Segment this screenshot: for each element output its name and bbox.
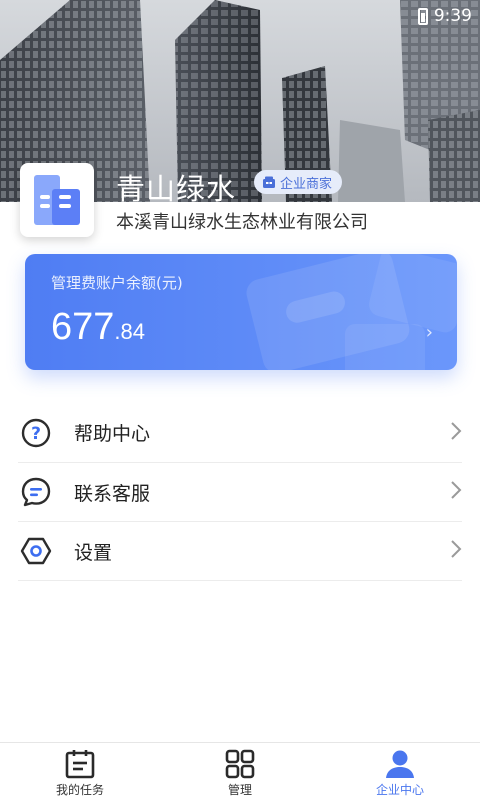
company-logo <box>20 163 94 237</box>
balance-integer: 677 <box>51 306 115 348</box>
tab-label-enterprise-center: 企业中心 <box>375 783 424 797</box>
building-logo-icon <box>34 175 80 225</box>
menu-label-contact: 联系客服 <box>74 482 151 505</box>
chat-icon <box>20 476 52 508</box>
shop-icon <box>263 176 275 188</box>
tab-my-tasks[interactable]: 我的任务 <box>0 743 160 800</box>
svg-text:?: ? <box>31 424 41 444</box>
chevron-right-icon <box>450 421 462 445</box>
help-icon: ? <box>20 417 52 449</box>
balance-amount: 677.84 <box>51 306 145 349</box>
menu-item-help[interactable]: ? 帮助中心 <box>18 403 462 463</box>
company-short-name: 青山绿水 <box>116 172 237 206</box>
menu-label-settings: 设置 <box>74 541 113 564</box>
settings-icon <box>20 535 52 567</box>
balance-card[interactable]: 管理费账户余额(元) 677.84 › <box>25 254 457 370</box>
tab-label-manage: 管理 <box>227 783 252 797</box>
tab-manage[interactable]: 管理 <box>160 743 320 800</box>
badge-label: 企业商家 <box>280 176 333 192</box>
enterprise-badge: 企业商家 <box>254 170 343 194</box>
grid-icon <box>225 747 255 780</box>
balance-decimal: .84 <box>114 319 145 344</box>
status-time: 9:39 <box>433 6 472 26</box>
tab-label-my-tasks: 我的任务 <box>55 783 104 797</box>
tab-enterprise-center[interactable]: 企业中心 <box>320 743 480 800</box>
company-full-name: 本溪青山绿水生态林业有限公司 <box>116 212 368 233</box>
menu-item-contact[interactable]: 联系客服 <box>18 463 462 522</box>
chevron-right-icon: › <box>425 322 433 343</box>
chevron-right-icon <box>450 539 462 563</box>
menu-list: ? 帮助中心 联系客服 设置 <box>18 403 462 581</box>
user-icon <box>385 747 415 780</box>
battery-icon <box>417 7 428 25</box>
status-bar: 9:39 <box>417 6 472 26</box>
menu-item-settings[interactable]: 设置 <box>18 522 462 581</box>
calendar-icon <box>65 747 95 780</box>
menu-label-help: 帮助中心 <box>74 423 151 445</box>
balance-label: 管理费账户余额(元) <box>51 274 183 292</box>
chevron-right-icon <box>450 480 462 504</box>
bottom-tab-bar: 我的任务 管理 企业中心 <box>0 742 480 800</box>
